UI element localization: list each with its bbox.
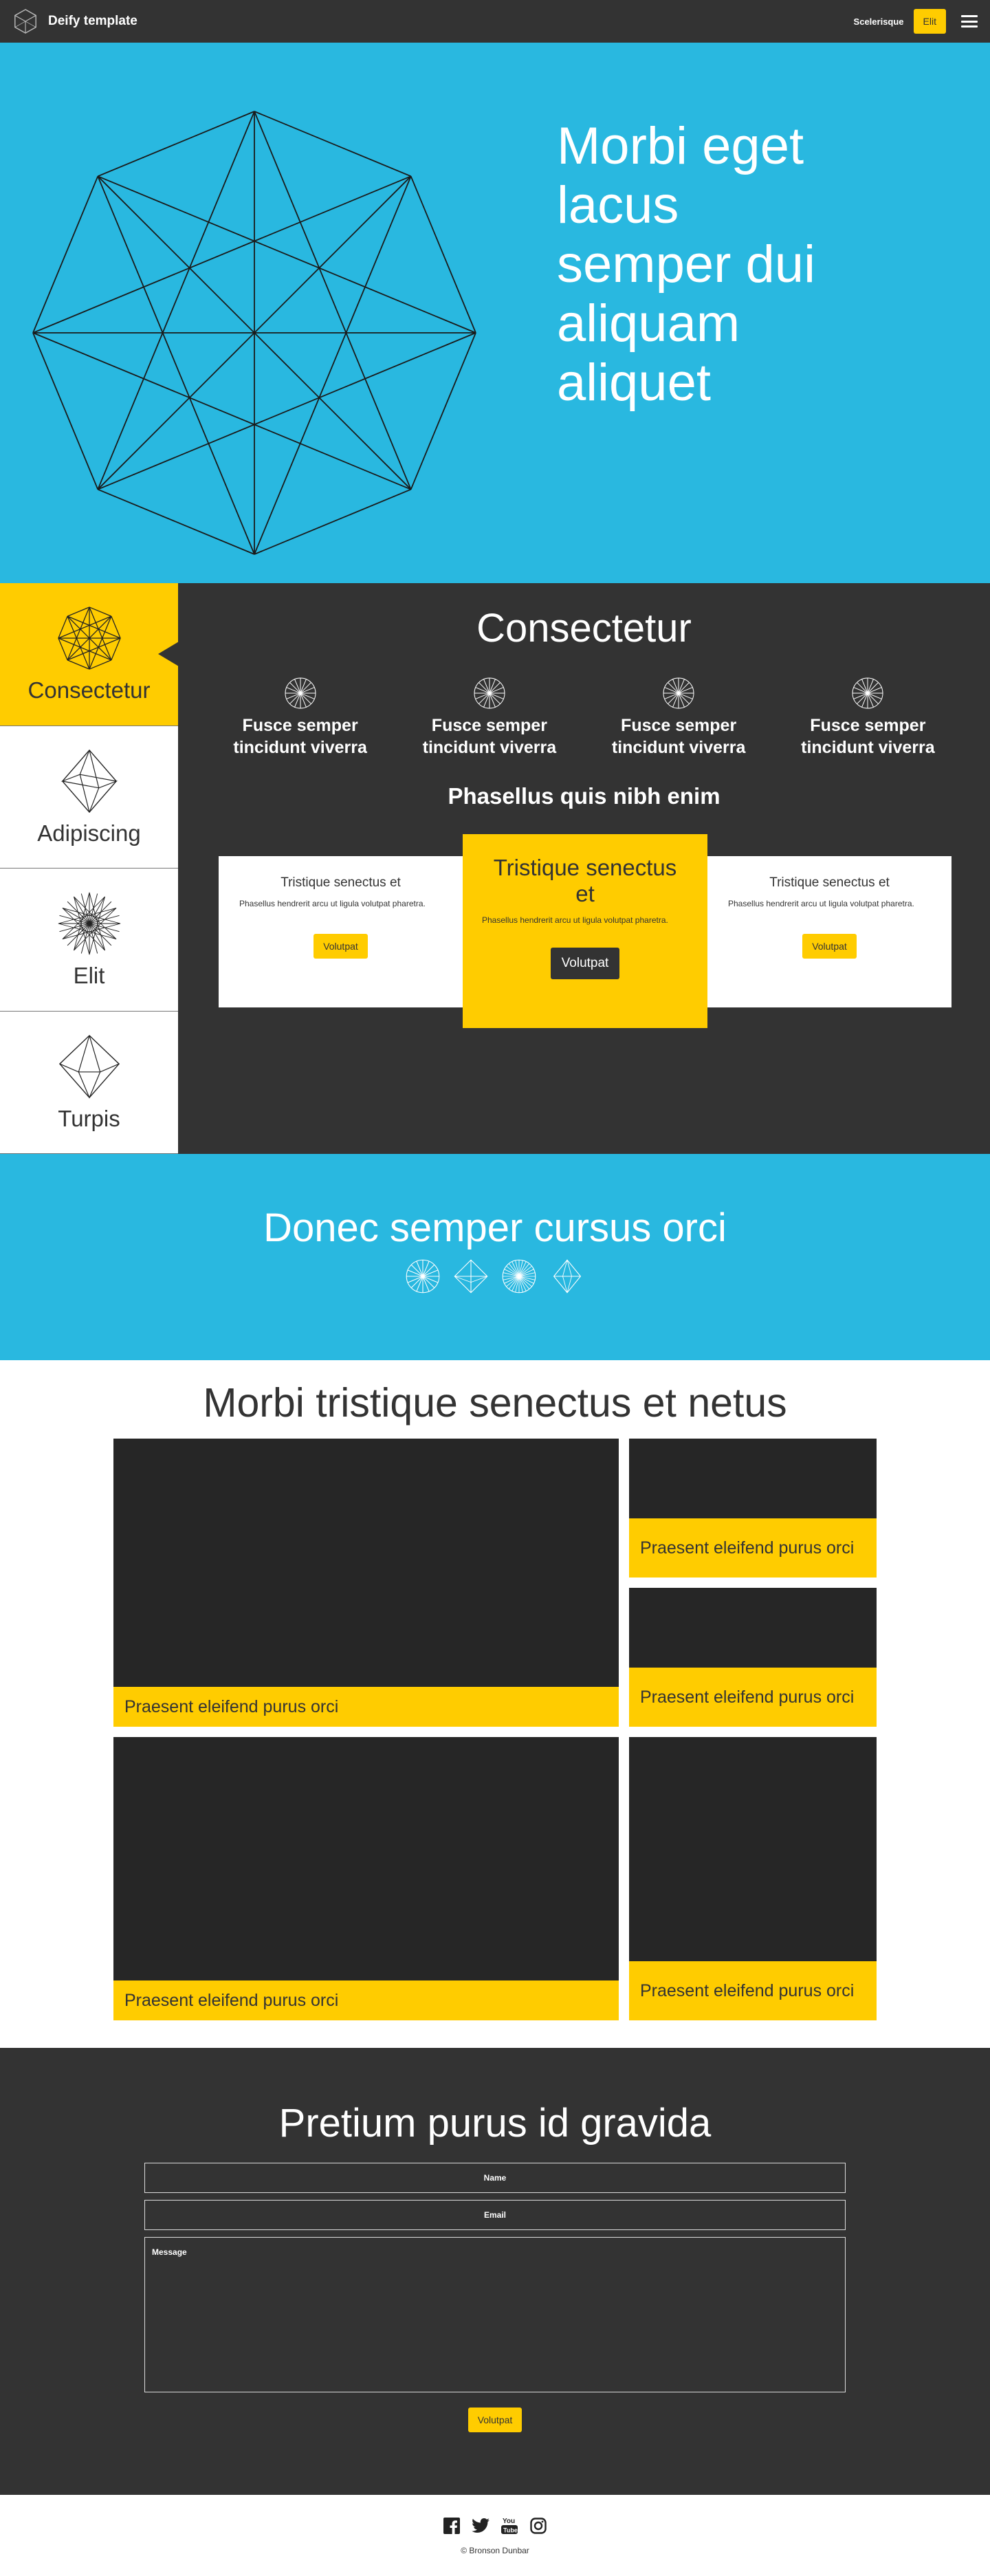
twitter-icon[interactable] <box>470 2515 491 2536</box>
tab-label: Elit <box>73 963 105 989</box>
hero-title: Morbi eget lacus semper dui aliquam aliq… <box>557 117 815 412</box>
wheel-icon <box>285 677 316 709</box>
panel-title: Consectetur <box>476 606 692 651</box>
wheel-icon <box>852 677 883 709</box>
card-text: Phasellus hendrerit arcu ut ligula volut… <box>728 899 914 908</box>
footer: You Tube © Bronson Dunbar <box>0 2495 990 2576</box>
contact-form: Volutpat <box>144 2163 846 2432</box>
hamburger-icon[interactable] <box>961 15 978 28</box>
tab-label: Consectetur <box>28 677 151 703</box>
card-text: Phasellus hendrerit arcu ut ligula volut… <box>482 915 668 925</box>
wheel-icon <box>406 1259 440 1294</box>
hexagon-cube-icon[interactable] <box>12 8 38 34</box>
gallery-caption: Praesent eleifend purus orci <box>629 1668 877 1727</box>
svg-text:Tube: Tube <box>503 2527 518 2534</box>
gallery-item[interactable]: Praesent eleifend purus orci <box>629 1737 877 2020</box>
gallery-section: Morbi tristique senectus et netus Praese… <box>0 1360 990 2048</box>
nav-right: Scelerisque Elit <box>854 9 978 34</box>
card-right: Tristique senectus et Phasellus hendreri… <box>707 856 952 1007</box>
tab-consectetur[interactable]: Consectetur <box>0 583 179 726</box>
tab-list: Consectetur Adipiscing Elit Turpis <box>0 583 179 1154</box>
tab-adipiscing[interactable]: Adipiscing <box>0 725 178 869</box>
gallery-item[interactable]: Praesent eleifend purus orci <box>629 1439 877 1578</box>
gallery-item[interactable]: Praesent eleifend purus orci <box>629 1588 877 1727</box>
feature-label: Fusce semper tincidunt viverra <box>233 716 367 757</box>
message-field[interactable] <box>144 2237 846 2392</box>
panel-subtitle: Phasellus quis nibh enim <box>448 783 720 809</box>
band-icons <box>0 1258 990 1295</box>
navbar: Deify template Scelerisque Elit <box>0 0 990 43</box>
geometric-star-polygon <box>32 111 476 555</box>
tab-panel: Consectetur Fusce semper tincidunt viver… <box>178 583 990 1154</box>
card-right-button[interactable]: Volutpat <box>802 934 857 959</box>
card-text: Phasellus hendrerit arcu ut ligula volut… <box>239 899 426 908</box>
submit-button[interactable]: Volutpat <box>468 2408 522 2432</box>
card-center-button[interactable]: Volutpat <box>550 948 620 979</box>
contact-title: Pretium purus id gravida <box>278 2101 712 2146</box>
card-center: Tristique senectus et Phasellus hendreri… <box>463 834 707 1028</box>
gallery-caption: Praesent eleifend purus orci <box>629 1961 877 2020</box>
card-title: Tristique senectus et <box>280 875 401 890</box>
tab-label: Adipiscing <box>37 820 141 846</box>
wheel-icon <box>663 677 694 709</box>
feature-label: Fusce semper tincidunt viverra <box>801 716 935 757</box>
card-title: Tristique senectus et <box>769 875 890 890</box>
email-field[interactable] <box>144 2200 846 2230</box>
hero: Morbi eget lacus semper dui aliquam aliq… <box>0 43 990 583</box>
feature-item: Fusce semper tincidunt viverra <box>221 676 380 758</box>
octahedron-icon <box>60 749 118 813</box>
nav-link-scelerisque[interactable]: Scelerisque <box>854 17 904 27</box>
star-polygon-icon <box>57 607 121 670</box>
prism-icon <box>454 1259 488 1294</box>
gallery-item[interactable]: Praesent eleifend purus orci <box>113 1439 619 1727</box>
gallery-caption: Praesent eleifend purus orci <box>113 1980 619 2020</box>
gallery-title: Morbi tristique senectus et netus <box>203 1380 787 1426</box>
band-section: Donec semper cursus orci <box>0 1154 990 1360</box>
feature-list: Fusce semper tincidunt viverra Fusce sem… <box>178 676 990 758</box>
feature-label: Fusce semper tincidunt viverra <box>611 716 746 757</box>
nav-cta-button[interactable]: Elit <box>913 9 946 34</box>
youtube-icon[interactable]: You Tube <box>499 2515 520 2536</box>
pricing-cards: Tristique senectus et Phasellus hendreri… <box>178 834 990 1040</box>
diamond-icon <box>58 1034 120 1099</box>
card-left-button[interactable]: Volutpat <box>314 934 368 959</box>
card-left: Tristique senectus et Phasellus hendreri… <box>219 856 463 1007</box>
svg-text:You: You <box>503 2518 515 2525</box>
brand-name[interactable]: Deify template <box>48 14 138 29</box>
tabs-section: Consectetur Adipiscing Elit Turpis Conse… <box>0 583 990 1154</box>
copyright: © Bronson Dunbar <box>461 2546 529 2555</box>
gallery-item[interactable]: Praesent eleifend purus orci <box>113 1737 619 2020</box>
contact-section: Pretium purus id gravida Volutpat <box>0 2048 990 2495</box>
feature-item: Fusce semper tincidunt viverra <box>410 676 569 758</box>
instagram-icon[interactable] <box>528 2515 549 2536</box>
feature-item: Fusce semper tincidunt viverra <box>600 676 758 758</box>
tab-label: Turpis <box>58 1105 120 1131</box>
facebook-icon[interactable] <box>441 2515 462 2536</box>
wheel-icon <box>474 677 505 709</box>
diamond-icon <box>553 1259 582 1294</box>
name-field[interactable] <box>144 2163 846 2193</box>
band-title: Donec semper cursus orci <box>263 1205 727 1250</box>
social-links: You Tube <box>0 2495 990 2536</box>
sphere-lines-icon <box>58 893 120 955</box>
gallery-caption: Praesent eleifend purus orci <box>629 1518 877 1578</box>
tab-turpis[interactable]: Turpis <box>0 1011 178 1154</box>
feature-item: Fusce semper tincidunt viverra <box>789 676 947 758</box>
tab-elit[interactable]: Elit <box>0 869 178 1012</box>
sphere-icon <box>502 1259 536 1294</box>
card-title: Tristique senectus et <box>493 855 677 906</box>
feature-label: Fusce semper tincidunt viverra <box>422 716 557 757</box>
gallery-caption: Praesent eleifend purus orci <box>113 1687 619 1727</box>
